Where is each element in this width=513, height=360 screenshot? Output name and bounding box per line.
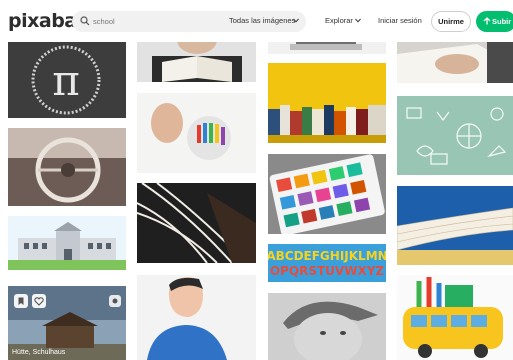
bookmark-icon [18, 297, 24, 305]
share-icon [112, 298, 118, 304]
boy-illustration-image [137, 275, 256, 360]
search-input[interactable] [93, 14, 213, 29]
join-button[interactable]: Unirme [431, 11, 471, 32]
image-type-filter[interactable]: Todas las imágenes [229, 16, 295, 25]
alphabet-image: ABCDEFGHIJKLMN OPQRSTUVWXYZ [268, 244, 386, 282]
steering-wheel-image [8, 128, 126, 206]
image-tile-school-bus-pencils[interactable] [397, 275, 513, 360]
school-bus-image [397, 275, 513, 360]
upload-label: Subir [492, 17, 512, 26]
image-tile-chalkboard-pi[interactable]: π [8, 40, 126, 118]
image-tile-watercolor-palette[interactable] [268, 154, 386, 234]
book-fan-image [397, 186, 513, 265]
image-tile-alphabet-letters[interactable]: ABCDEFGHIJKLMN OPQRSTUVWXYZ [268, 244, 386, 282]
image-tile-old-schoolhouse[interactable]: Hütte, Schulhaus [8, 286, 126, 360]
image-tile-book-pages-fan[interactable] [397, 186, 513, 265]
upload-icon [483, 17, 491, 25]
crayons-image [137, 93, 256, 173]
alphabet-line-2: OPQRSTUVWXYZ [270, 264, 384, 278]
alphabet-line-1: ABCDEFGHIJKLMN [268, 249, 386, 263]
heart-icon [34, 297, 44, 306]
like-button[interactable] [32, 294, 46, 308]
explore-menu[interactable]: Explorar [325, 16, 353, 25]
girl-cap-image [268, 293, 386, 360]
school-doodles-image [397, 96, 513, 175]
chevron-down-icon [355, 18, 361, 23]
image-caption: Hütte, Schulhaus [12, 349, 66, 356]
books-shelf-image [268, 63, 386, 143]
chalkboard-pi-image: π [8, 40, 126, 118]
login-link[interactable]: Iniciar sesión [378, 16, 422, 25]
school-building-image [8, 216, 126, 270]
book-pages-image [137, 183, 256, 263]
image-tile-girl-cap[interactable] [268, 293, 386, 360]
image-tile-boy-silhouette[interactable] [137, 275, 256, 360]
image-tile-crayons-drawing[interactable] [137, 93, 256, 173]
image-tile-car-steering-wheel[interactable] [8, 128, 126, 206]
image-tile-school-building-illustration[interactable] [8, 216, 126, 270]
upload-button[interactable]: Subir [476, 11, 513, 32]
top-bar: pixabay Todas las imágenes Explorar Inic… [0, 0, 513, 42]
svg-text:π: π [52, 56, 80, 105]
chevron-down-icon [293, 18, 299, 23]
more-options-button[interactable] [109, 295, 121, 307]
image-tile-school-doodles[interactable] [397, 96, 513, 175]
image-tile-open-books-pages[interactable] [137, 183, 256, 263]
bookmark-button[interactable] [14, 294, 28, 308]
watercolor-image [268, 154, 386, 234]
search-bar[interactable]: Todas las imágenes [72, 11, 306, 32]
image-tile-books-yellow-wall[interactable] [268, 63, 386, 143]
search-icon [80, 16, 90, 26]
